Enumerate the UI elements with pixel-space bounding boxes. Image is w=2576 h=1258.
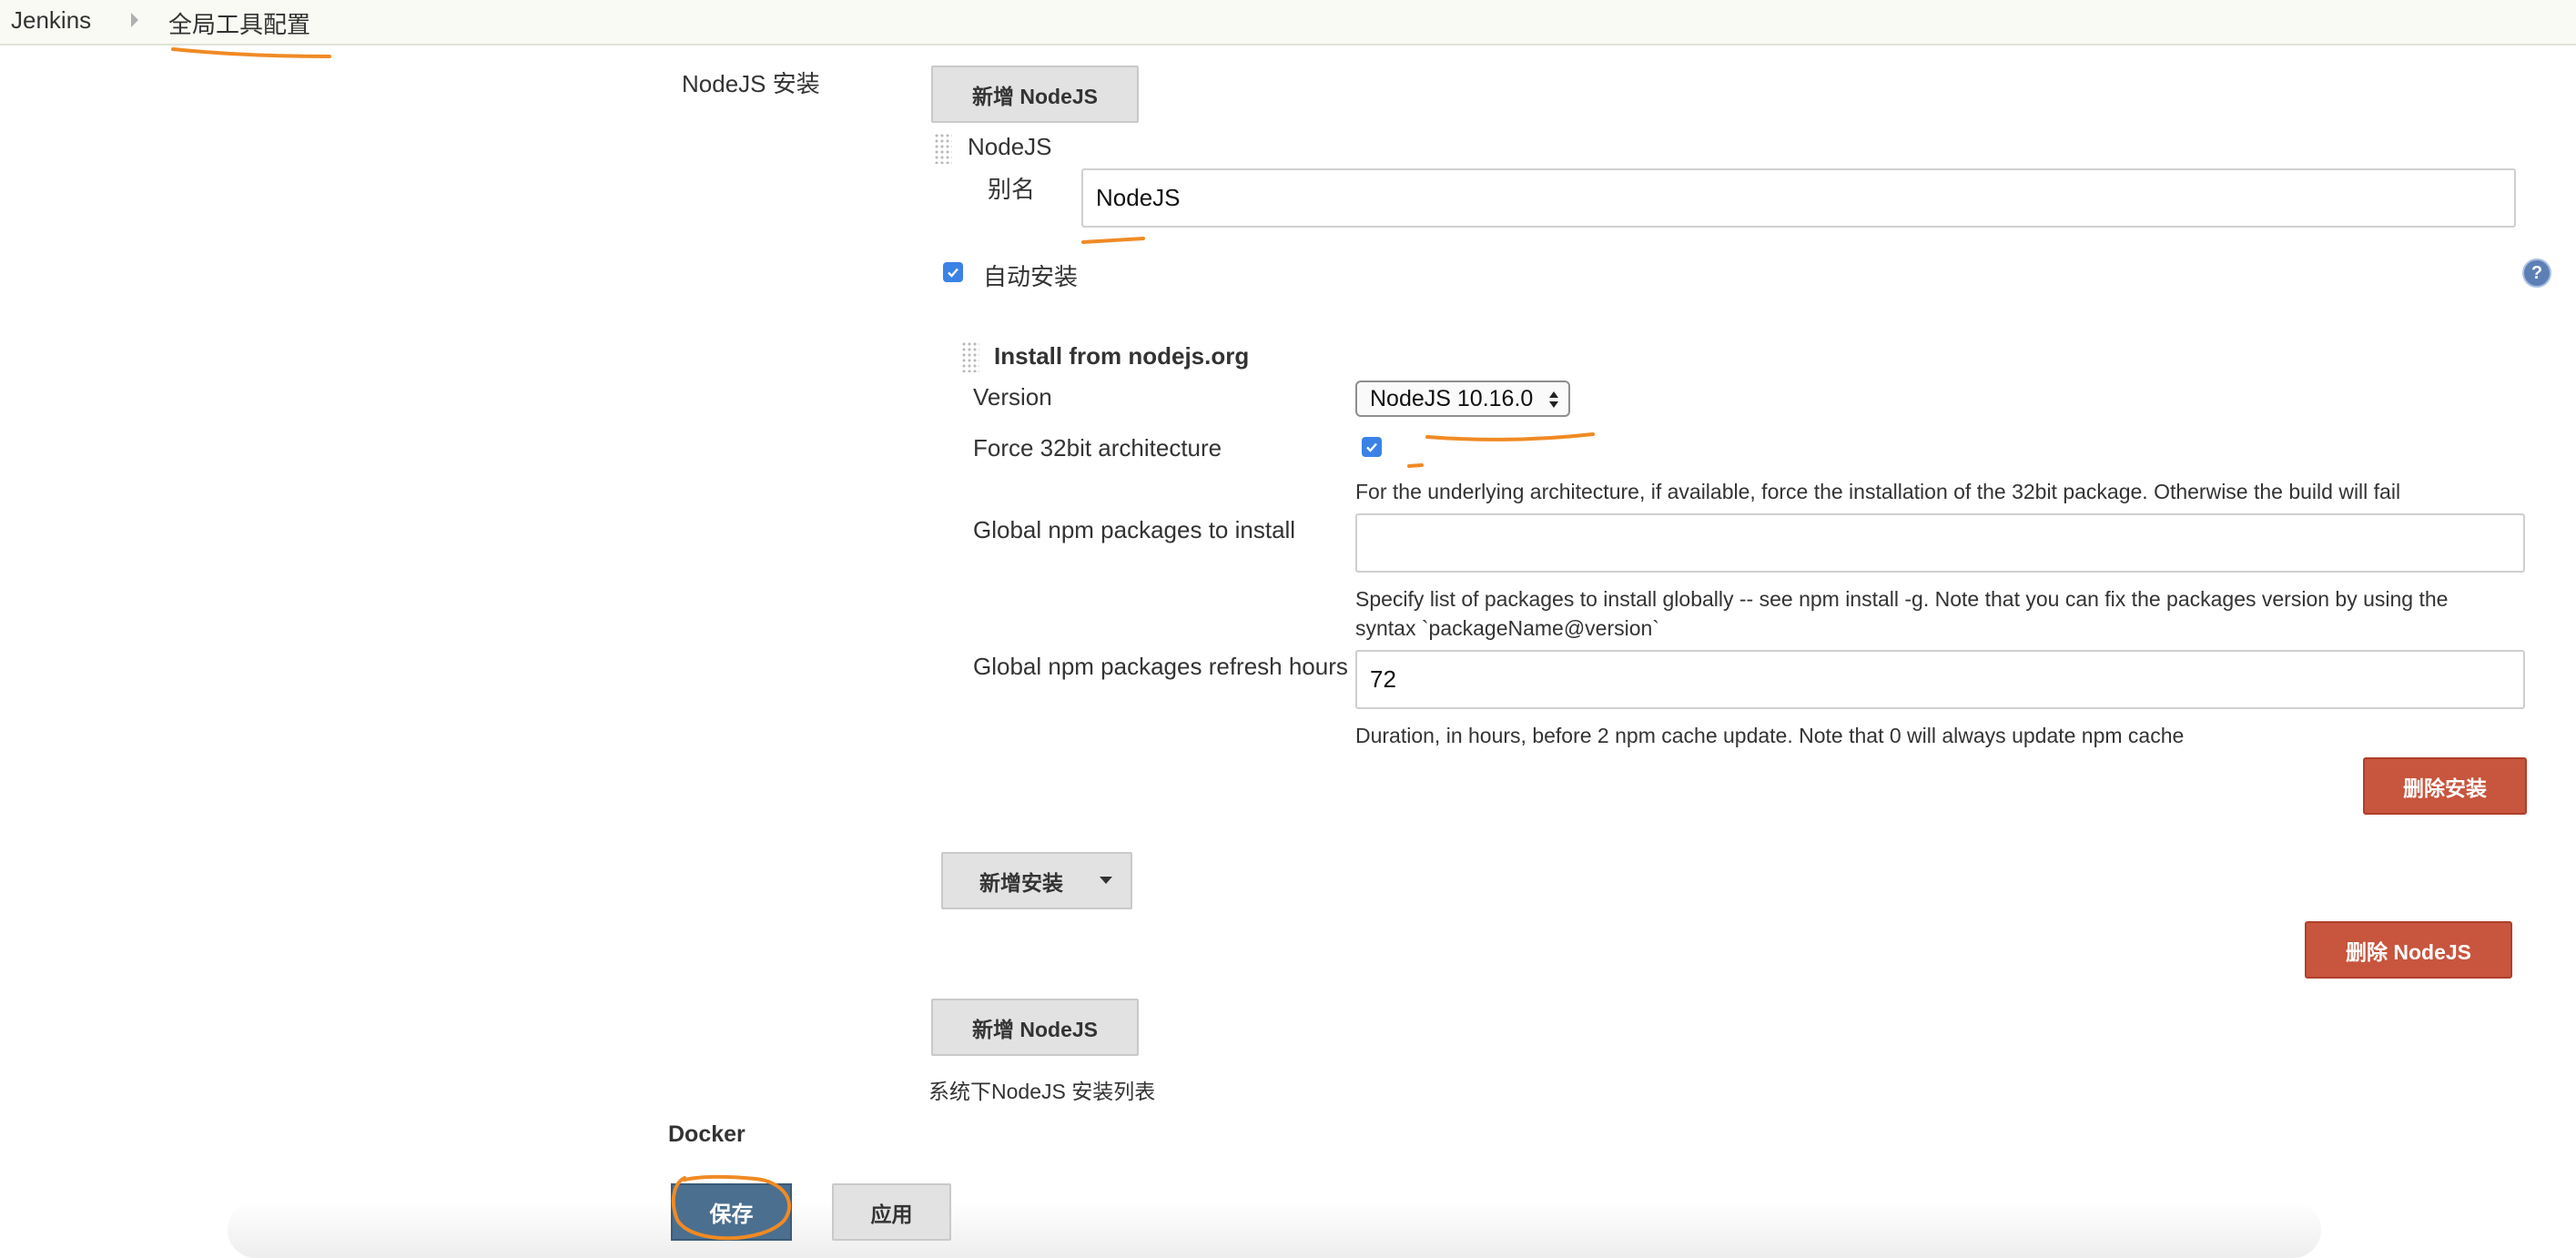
npm-packages-label: Global npm packages to install [973,516,1296,543]
add-installer-label: 新增安装 [979,870,1063,895]
annotation-underline-alias [1081,237,1145,244]
chevron-right-icon [131,13,138,27]
select-arrows-icon [1549,391,1558,408]
breadcrumb-current[interactable]: 全局工具配置 [168,6,310,40]
npm-packages-input[interactable] [1355,513,2525,573]
version-select-value: NodeJS 10.16.0 [1370,385,1534,411]
add-nodejs-button-2[interactable]: 新增 NodeJS [931,999,1139,1056]
delete-install-button[interactable]: 删除安装 [2363,757,2527,815]
refresh-hours-description: Duration, in hours, before 2 npm cache u… [1355,724,2185,747]
nodejs-list-description: 系统下NodeJS 安装列表 [928,1080,1156,1103]
bottom-bar-shadow [228,1202,2321,1258]
force32-checkbox[interactable] [1362,437,1382,457]
checkmark-icon [1366,442,1377,452]
docker-section-label: Docker [668,1121,745,1147]
force32-label: Force 32bit architecture [973,434,1222,462]
delete-nodejs-button[interactable]: 删除 NodeJS [2305,921,2512,979]
breadcrumb [0,0,2576,46]
breadcrumb-home-link[interactable]: Jenkins [11,6,91,35]
nodejs-item-header: NodeJS [968,133,1052,160]
auto-install-label: 自动安装 [983,263,1079,290]
drag-handle-icon[interactable] [934,133,952,164]
add-nodejs-button[interactable]: 新增 NodeJS [931,66,1139,123]
installer-title: Install from nodejs.org [994,342,1250,370]
save-button[interactable]: 保存 [671,1183,792,1241]
alias-input[interactable]: NodeJS [1081,168,2516,228]
annotation-underline-breadcrumb [171,47,331,58]
apply-button[interactable]: 应用 [832,1183,951,1241]
annotation-underline-version [1425,432,1595,441]
drag-handle-icon[interactable] [961,341,979,372]
annotation-dash-force32 [1407,463,1424,468]
checkmark-icon [948,268,958,278]
caret-down-icon [1100,877,1112,884]
refresh-hours-label: Global npm packages refresh hours [973,653,1348,680]
refresh-hours-input[interactable]: 72 [1355,650,2525,709]
npm-packages-description-line1: Specify list of packages to install glob… [1355,587,2449,611]
help-icon[interactable]: ? [2522,259,2551,288]
version-select[interactable]: NodeJS 10.16.0 [1355,380,1570,417]
npm-packages-description-line2: syntax `packageName@version` [1355,616,1659,640]
alias-label: 别名 [988,176,1036,203]
version-label: Version [973,383,1052,411]
nodejs-section-label: NodeJS 安装 [682,70,820,97]
force32-description: For the underlying architecture, if avai… [1355,480,2401,503]
auto-install-checkbox[interactable] [943,262,963,282]
